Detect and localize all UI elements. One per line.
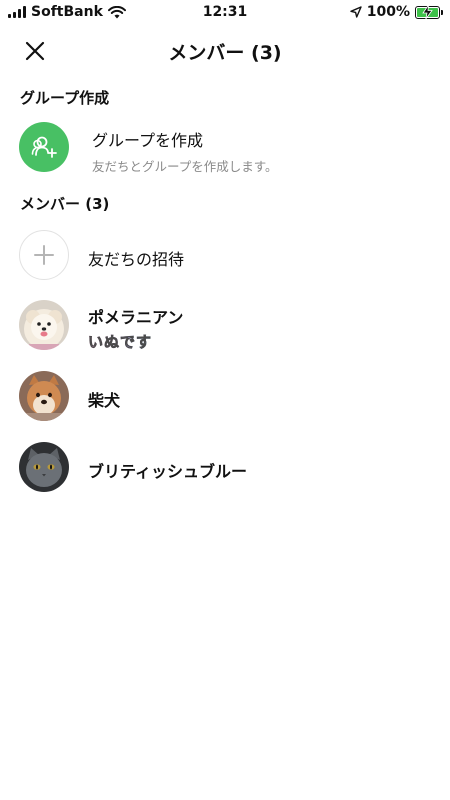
pomeranian-avatar [19,300,69,350]
section-label-group-create: グループ作成 [20,89,110,107]
shiba-photo [19,371,69,421]
member-info: ブリティッシュブルー [88,458,247,482]
invite-label: 友だちの招待 [88,250,185,269]
member-row[interactable]: 柴犬 [0,361,450,431]
invite-friends-row[interactable]: 友だちの招待 [0,220,450,290]
page-title: メンバー (3) [168,42,282,64]
section-label-members: メンバー (3) [20,195,110,213]
charging-bolt-icon [422,4,433,19]
plus-icon [34,245,54,265]
create-group-title: グループを作成 [92,131,204,150]
member-name: ポメラニアン [88,308,184,327]
invite-text: 友だちの招待 [88,246,184,270]
status-bar: SoftBank 12:31 100% [0,0,450,26]
header: メンバー (3) [0,30,450,74]
british-blue-cat-avatar [19,442,69,492]
location-arrow-icon [350,6,362,18]
shiba-avatar [19,371,69,421]
member-info: ポメラニアン いぬです [88,304,184,352]
create-group-text: グループを作成 友だちとグループを作成します。 [92,127,278,175]
add-people-icon [31,136,57,158]
battery-icon [415,4,443,19]
create-group-subtitle: 友だちとグループを作成します。 [92,159,278,174]
member-name: 柴犬 [88,391,121,410]
cat-photo [19,442,69,492]
member-row[interactable]: ブリティッシュブルー [0,432,450,502]
member-info: 柴犬 [88,387,120,411]
member-row[interactable]: ポメラニアン いぬです [0,290,450,360]
create-group-avatar [19,122,69,172]
status-right: 100% [350,4,443,20]
invite-avatar [19,230,69,280]
battery-percent: 100% [366,4,410,20]
pomeranian-photo [19,300,69,350]
create-group-row[interactable]: グループを作成 友だちとグループを作成します。 [0,113,450,183]
member-name: ブリティッシュブルー [88,462,248,481]
member-status-message: いぬです [88,333,153,352]
